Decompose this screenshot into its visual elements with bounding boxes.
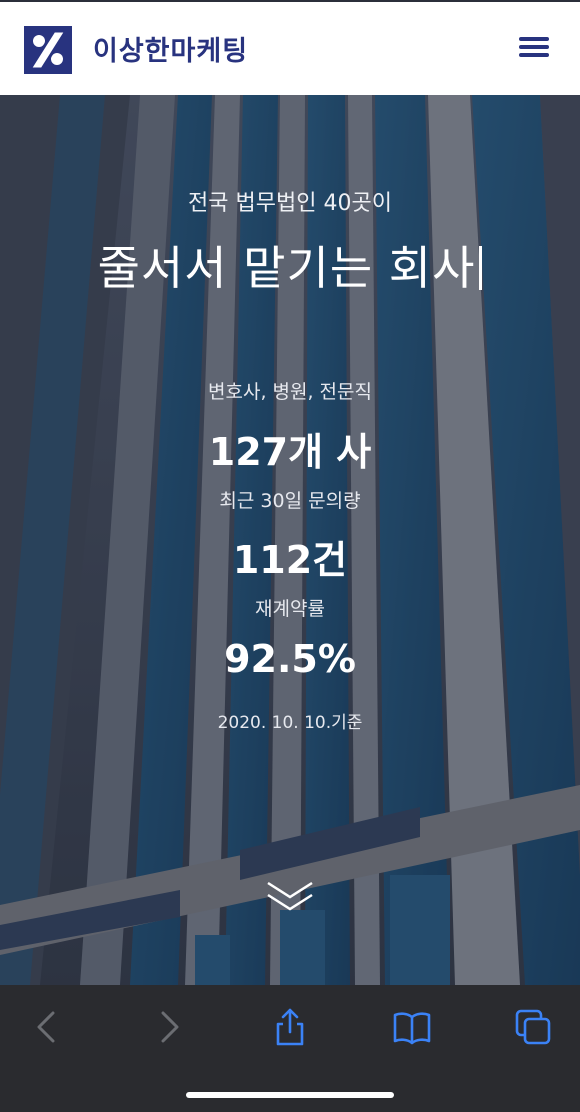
stat-label-inquiries: 최근 30일 문의량 xyxy=(219,490,361,512)
forward-icon[interactable] xyxy=(149,1007,189,1047)
hamburger-menu-icon[interactable] xyxy=(519,37,549,61)
chevron-down-icon[interactable] xyxy=(266,879,314,915)
stats-date: 2020. 10. 10.기준 xyxy=(217,713,363,733)
hero-headline: 줄서서 맡기는 회사 xyxy=(0,232,580,298)
brand-name[interactable]: 이상한마케팅 xyxy=(93,29,248,68)
stat-value-clients: 127개 사 xyxy=(208,430,372,474)
hero-headline-text: 줄서서 맡기는 회사 xyxy=(97,241,476,295)
stat-value-renewal: 92.5% xyxy=(224,637,356,681)
back-icon[interactable] xyxy=(27,1007,67,1047)
share-icon[interactable] xyxy=(270,1007,310,1047)
stat-label-clients: 변호사, 병원, 전문직 xyxy=(208,381,372,403)
tabs-icon[interactable] xyxy=(513,1007,553,1047)
site-header: 이상한마케팅 xyxy=(0,0,580,95)
bookmarks-icon[interactable] xyxy=(392,1007,432,1047)
typing-cursor xyxy=(479,246,483,290)
brand-logo-icon[interactable] xyxy=(24,26,72,74)
stat-value-inquiries: 112건 xyxy=(232,538,348,582)
hero-section: 전국 법무법인 40곳이 줄서서 맡기는 회사 변호사, 병원, 전문직 127… xyxy=(0,95,580,985)
stat-label-renewal: 재계약률 xyxy=(255,598,325,620)
hero-subtitle: 전국 법무법인 40곳이 xyxy=(188,191,392,216)
home-indicator xyxy=(186,1092,394,1098)
